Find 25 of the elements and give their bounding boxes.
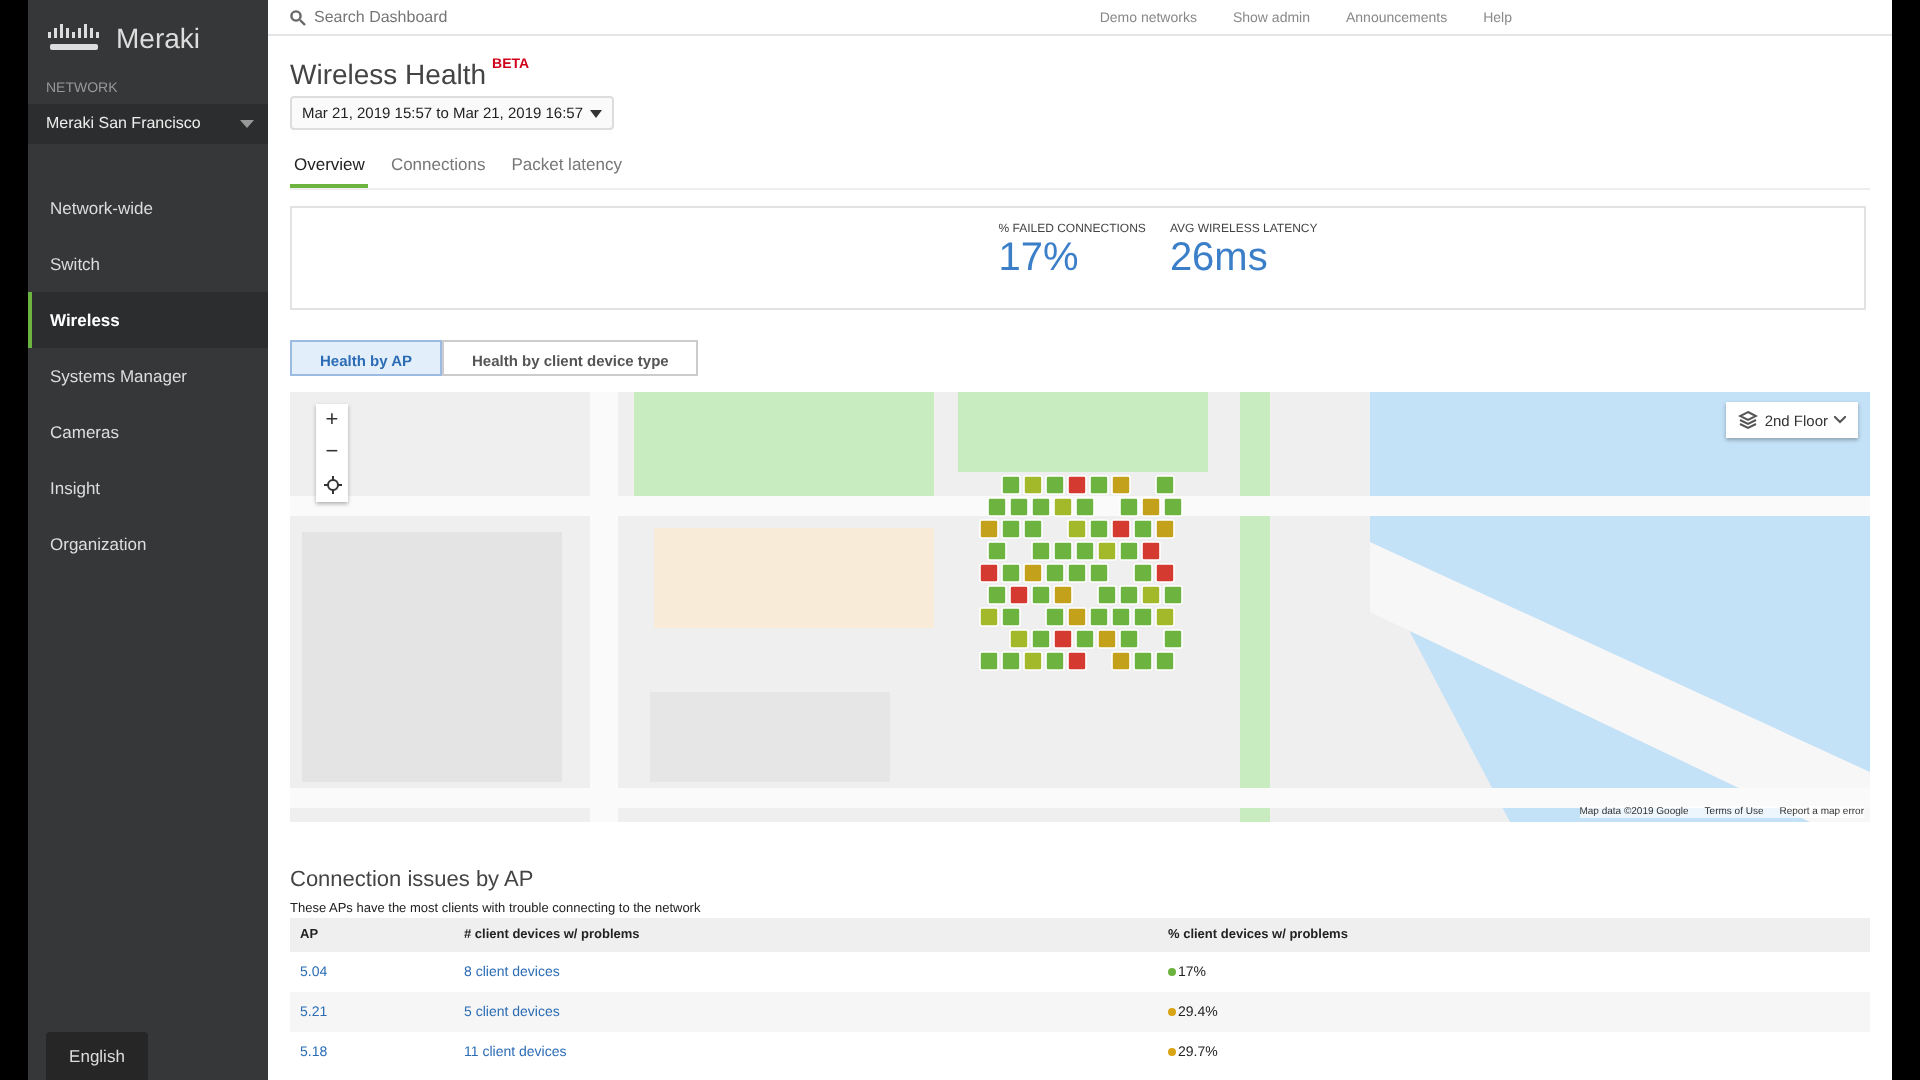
nav-item[interactable]: Insight xyxy=(28,460,268,516)
nav-item[interactable]: Network-wide xyxy=(28,180,268,236)
brand-name: Meraki xyxy=(116,22,201,54)
language-button[interactable]: English xyxy=(46,1032,148,1080)
network-select[interactable]: Meraki San Francisco xyxy=(28,104,268,144)
nav-item[interactable]: Switch xyxy=(28,236,268,292)
nav-item[interactable]: Systems Manager xyxy=(28,348,268,404)
locate-icon[interactable] xyxy=(323,476,341,494)
search-icon xyxy=(290,9,306,25)
nav-item[interactable]: Organization xyxy=(28,516,268,572)
nav-item[interactable]: Cameras xyxy=(28,404,268,460)
stat-value: 26ms xyxy=(1169,236,1270,282)
tab[interactable]: Packet latency xyxy=(507,146,626,188)
page-title: Wireless Health xyxy=(290,58,487,90)
layers-icon xyxy=(1738,410,1759,430)
zoom-out-button[interactable]: − xyxy=(316,436,348,468)
tab[interactable]: Overview xyxy=(290,146,369,188)
caret-icon xyxy=(240,119,254,127)
nav-item[interactable]: Wireless xyxy=(28,292,268,348)
stat-value: 17% xyxy=(998,236,1081,282)
section-title: Connection issues by AP xyxy=(290,868,534,892)
caret-icon xyxy=(589,109,602,117)
chevron-icon xyxy=(1834,416,1846,424)
zoom-in-button[interactable]: + xyxy=(316,404,348,436)
tab[interactable]: Connections xyxy=(386,146,490,188)
